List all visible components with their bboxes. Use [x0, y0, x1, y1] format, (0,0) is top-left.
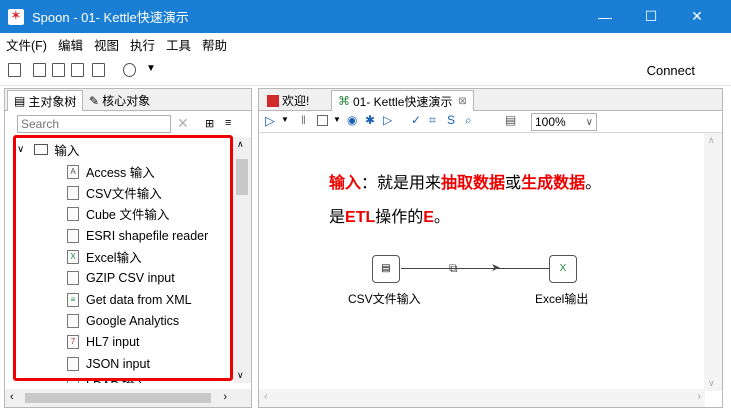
spoon-tab-icon — [267, 94, 279, 107]
search-input[interactable] — [17, 115, 171, 133]
explore-repository-icon[interactable] — [52, 63, 65, 77]
close-tab-icon[interactable]: ⊠ — [458, 96, 466, 107]
explore-db-icon[interactable]: ⌕ — [465, 113, 472, 128]
new-file-icon[interactable] — [8, 63, 21, 77]
tab-transformation-label: 01- Kettle快速演示 — [353, 94, 453, 109]
pause-icon[interactable]: ‖ — [301, 113, 306, 127]
sql-icon[interactable]: S — [447, 113, 455, 127]
replay-icon[interactable]: ▷ — [383, 113, 392, 127]
tab-core-objects-label: 核心对象 — [102, 94, 151, 108]
csv-input-step[interactable]: ▤ — [372, 255, 400, 283]
note-line-1: 输入：就是用来抽取数据或生成数据。 — [329, 169, 601, 193]
right-panel: 欢迎! ⌘ 01- Kettle快速演示 ⊠ ▷ ▼ ‖ ▼ ◉ ✱ ▷ ✓ ⌗… — [258, 88, 723, 408]
tree-icon: ▤ — [14, 94, 26, 108]
save-icon[interactable] — [71, 63, 84, 77]
chevron-down-icon[interactable]: ∨ — [586, 117, 593, 128]
chevron-down-icon[interactable]: ▼ — [146, 63, 156, 74]
menu-file[interactable]: 文件(F) — [6, 35, 47, 54]
tab-core-objects[interactable]: ✎ 核心对象 — [83, 90, 156, 111]
chevron-down-icon[interactable]: ∨ — [708, 378, 715, 389]
copy-rows-icon: ⧉ — [449, 261, 458, 275]
maximize-button[interactable]: ☐ — [628, 0, 674, 33]
canvas-vertical-scrollbar[interactable]: ∧ ∨ — [704, 133, 722, 391]
chevron-up-icon[interactable]: ∧ — [237, 139, 244, 150]
csv-file-icon: ▤ — [381, 263, 391, 274]
highlight-box — [13, 135, 233, 381]
excel-output-step-label: Excel输出 — [535, 292, 589, 306]
search-row: ✕ ⊞ ≡ — [5, 111, 251, 137]
editor-tabs: 欢迎! ⌘ 01- Kettle快速演示 ⊠ — [259, 89, 722, 111]
zoom-value: 100% — [535, 115, 566, 129]
menu-help[interactable]: 帮助 — [202, 35, 227, 54]
menu-run[interactable]: 执行 — [130, 35, 155, 54]
note-text: 抽取数据 — [441, 175, 506, 192]
excel-output-step[interactable]: X — [549, 255, 577, 283]
chevron-down-icon[interactable]: ▼ — [333, 115, 341, 124]
tab-transformation[interactable]: ⌘ 01- Kettle快速演示 ⊠ — [331, 90, 474, 111]
chevron-right-icon[interactable]: › — [697, 391, 701, 403]
note-text: 生成数据 — [521, 175, 586, 192]
canvas-horizontal-scrollbar[interactable]: ‹ › — [259, 389, 705, 407]
note-text: 。 — [433, 209, 450, 226]
menu-edit[interactable]: 编辑 — [58, 35, 83, 54]
left-panel: ▤ 主对象树 ✎ 核心对象 ✕ ⊞ ≡ ∨ 输入 AAccess 输入 CSV文… — [4, 88, 252, 408]
editor-toolbar: ▷ ▼ ‖ ▼ ◉ ✱ ▷ ✓ ⌗ S ⌕ ▤ 100% ∨ — [259, 111, 722, 133]
csv-input-step-label: CSV文件输入 — [348, 292, 421, 306]
note-text: 是 — [329, 209, 346, 226]
clear-search-icon[interactable]: ✕ — [177, 115, 189, 132]
menu-tools[interactable]: 工具 — [166, 35, 191, 54]
note-text: 输入 — [329, 175, 362, 192]
chevron-down-icon[interactable]: ▼ — [281, 115, 289, 124]
tree-horizontal-scrollbar[interactable]: ‹ › — [5, 389, 251, 407]
spoon-app-icon — [8, 7, 24, 25]
debug-icon[interactable]: ✱ — [365, 113, 375, 127]
collapse-all-icon[interactable]: ≡ — [225, 117, 231, 129]
run-icon[interactable]: ▷ — [265, 113, 275, 129]
tab-welcome[interactable]: 欢迎! — [261, 90, 315, 111]
tab-main-tree[interactable]: ▤ 主对象树 — [7, 90, 84, 111]
impact-icon[interactable]: ⌗ — [429, 113, 436, 128]
scroll-thumb[interactable] — [236, 159, 248, 195]
chevron-left-icon[interactable]: ‹ — [264, 391, 268, 403]
pencil-icon: ✎ — [89, 93, 100, 108]
note-text: E — [423, 209, 434, 226]
connect-button[interactable]: Connect — [647, 63, 695, 78]
close-button[interactable]: ✕ — [674, 0, 720, 33]
transformation-canvas[interactable]: 输入：就是用来抽取数据或生成数据。 是ETL操作的E。 ▤ CSV文件输入 ⧉ … — [259, 133, 705, 391]
show-results-icon[interactable]: ▤ — [505, 113, 516, 127]
preview-icon[interactable]: ◉ — [347, 113, 357, 127]
tab-welcome-label: 欢迎! — [282, 94, 310, 108]
note-text: 操作的 — [375, 209, 424, 226]
chevron-up-icon[interactable]: ∧ — [708, 135, 715, 146]
left-tabs: ▤ 主对象树 ✎ 核心对象 — [5, 89, 251, 111]
expand-all-icon[interactable]: ⊞ — [205, 117, 214, 130]
note-text: 。 — [585, 175, 602, 192]
note-text: 或 — [505, 175, 522, 192]
open-icon[interactable] — [33, 63, 46, 77]
tab-main-tree-label: 主对象树 — [28, 94, 77, 109]
chevron-down-icon[interactable]: ∨ — [237, 370, 244, 381]
menu-view[interactable]: 视图 — [94, 35, 119, 54]
zoom-select[interactable]: 100% ∨ — [531, 113, 597, 131]
chevron-right-icon[interactable]: › — [223, 391, 227, 403]
title-bar: Spoon - 01- Kettle快速演示 — ☐ ✕ — [0, 0, 731, 33]
verify-icon[interactable]: ✓ — [411, 113, 421, 127]
minimize-button[interactable]: — — [582, 0, 628, 33]
note-text: ETL — [345, 209, 376, 226]
window-title: Spoon - 01- Kettle快速演示 — [32, 10, 189, 25]
note-line-2: 是ETL操作的E。 — [329, 203, 450, 227]
chevron-left-icon[interactable]: ‹ — [10, 391, 14, 403]
stop-icon[interactable] — [317, 115, 328, 126]
tree-vertical-scrollbar[interactable]: ∧ ∨ — [233, 137, 251, 383]
note-text: ：就是用来 — [361, 175, 442, 192]
transformation-icon: ⌘ — [338, 94, 350, 108]
main-toolbar: ▼ Connect — [0, 55, 731, 86]
arrow-icon: ➤ — [491, 262, 501, 274]
save-as-icon[interactable] — [92, 63, 105, 77]
layers-icon[interactable] — [123, 63, 136, 77]
hop-line[interactable] — [401, 268, 549, 269]
excel-file-icon: X — [559, 263, 567, 274]
menu-bar: 文件(F) 编辑 视图 执行 工具 帮助 — [0, 33, 731, 55]
scroll-thumb[interactable] — [25, 393, 211, 403]
